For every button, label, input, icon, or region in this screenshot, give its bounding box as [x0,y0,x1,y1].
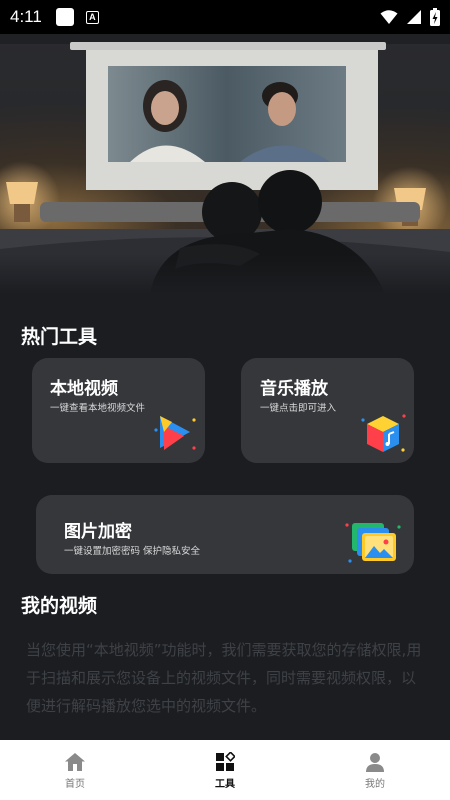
music-cube-icon [361,414,406,452]
notification-a-icon: A [85,10,99,24]
play-video-icon [154,416,196,450]
local-video-title: 本地视频 [50,379,118,399]
hero-fade [0,254,450,294]
tools-grid-icon [216,752,235,771]
photo-gallery-icon [345,523,401,563]
status-time: 4:11 [10,7,42,26]
home-icon [65,753,85,771]
music-play-title: 音乐播放 [260,379,328,399]
local-video-subtitle: 一键查看本地视频文件 [50,403,146,414]
image-encrypt-card[interactable]: 图片加密 一键设置加密密码 保护隐私安全 [36,495,414,574]
music-play-card[interactable]: 音乐播放 一键点击即可进入 [241,358,414,463]
nav-item-tools[interactable]: 工具 [150,740,300,800]
status-bar: 4:11 A [0,0,450,34]
bottom-navigation-bar: 首页 工具 我的 [0,740,450,800]
wifi-icon [380,10,398,24]
image-encrypt-subtitle: 一键设置加密密码 保护隐私安全 [64,546,201,557]
local-video-card[interactable]: 本地视频 一键查看本地视频文件 [32,358,205,463]
nav-item-home[interactable]: 首页 [0,740,150,800]
battery-icon [430,8,440,26]
image-encrypt-title: 图片加密 [64,522,132,542]
nav-label-home: 首页 [65,779,85,790]
my-videos-title: 我的视频 [21,595,98,617]
hot-tools-title: 热门工具 [21,326,98,348]
hero-banner-image [0,34,450,294]
profile-icon [366,753,384,772]
nav-label-mine: 我的 [365,779,385,790]
notification-square-icon [55,8,74,26]
nav-item-mine[interactable]: 我的 [300,740,450,800]
permission-notice-text: 当您使用“本地视频”功能时，我们需要获取您的存储权限,用于扫描和展示您设备上的视… [26,641,422,715]
signal-icon [407,10,421,24]
nav-label-tools: 工具 [215,779,235,790]
music-play-subtitle: 一键点击即可进入 [260,403,337,414]
